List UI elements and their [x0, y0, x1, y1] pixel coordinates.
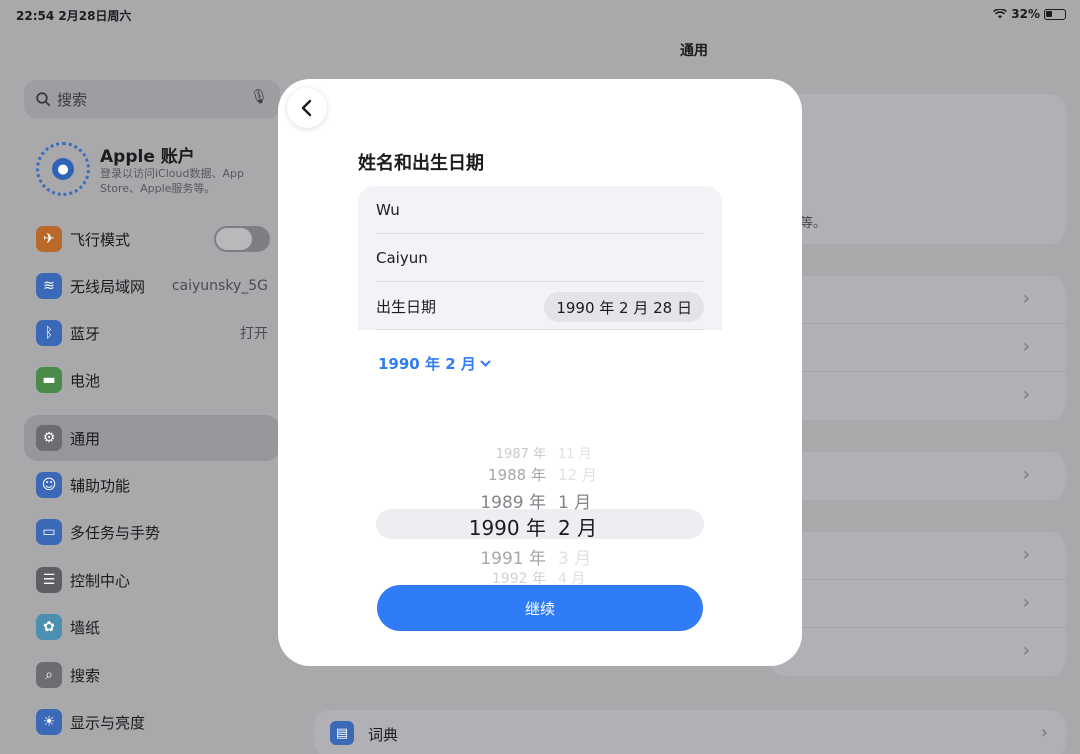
sidebar-item-label: 多任务与手势: [70, 523, 161, 542]
sidebar-item-label: 电池: [70, 371, 101, 390]
date-wheel-picker[interactable]: 1987 年 1988 年 1989 年 1990 年 1991 年 1992 …: [376, 439, 704, 587]
gear-icon: ⚙: [36, 425, 62, 451]
birthday-row: 出生日期 1990 年 2 月 28 日: [376, 282, 704, 330]
microphone-icon[interactable]: 🎙: [250, 89, 268, 105]
chevron-right-icon: ›: [1022, 384, 1030, 405]
apple-account-icon: ●: [36, 142, 90, 196]
sidebar-item-wifi[interactable]: ≋ 无线局域网 caiyunsky_5G: [24, 266, 280, 306]
status-time: 22:54 2月28日周六: [16, 9, 132, 23]
about-card-text: 等。: [800, 216, 827, 231]
chevron-right-icon: ›: [1040, 722, 1048, 743]
sidebar-item-value: caiyunsky_5G: [171, 278, 268, 294]
battery-icon: [1044, 8, 1066, 20]
brightness-icon: ☀: [36, 709, 62, 735]
first-name-field[interactable]: Wu: [376, 186, 704, 234]
sidebar-item-label: 蓝牙: [70, 324, 101, 343]
sidebar-item-label: 通用: [70, 429, 101, 448]
wallpaper-icon: ✿: [36, 614, 62, 640]
month-year-label: 1990 年 2 月: [378, 355, 476, 373]
airplane-toggle[interactable]: [214, 226, 270, 252]
year-wheel[interactable]: 1987 年 1988 年 1989 年 1990 年 1991 年 1992 …: [456, 439, 546, 587]
wifi-icon: [993, 9, 1008, 19]
sidebar-item-label: 控制中心: [70, 571, 131, 590]
settings-group: › › ›: [770, 276, 1066, 420]
back-button[interactable]: [287, 88, 327, 128]
sidebar-item-accessibility[interactable]: ☺ 辅助功能: [24, 465, 280, 505]
sidebar-item-label: 飞行模式: [70, 230, 131, 249]
control-center-icon: ☰: [36, 567, 62, 593]
sidebar-item-search[interactable]: ⌕ 搜索: [24, 655, 280, 695]
chevron-right-icon: ›: [1022, 464, 1030, 485]
settings-group: › › ›: [770, 532, 1066, 676]
sidebar-item-wallpaper[interactable]: ✿ 墙纸: [24, 607, 280, 647]
sidebar-item-label: 辅助功能: [70, 476, 131, 495]
chevron-right-icon: ›: [1022, 336, 1030, 357]
account-name: Apple 账户: [100, 147, 195, 167]
dictionary-icon: ▤: [330, 721, 354, 745]
continue-button[interactable]: 继续: [377, 585, 703, 631]
sidebar-item-label: 无线局域网: [70, 277, 146, 296]
bluetooth-icon: ᛒ: [36, 320, 62, 346]
apple-account[interactable]: ● Apple 账户 登录以访问iCloud数据、App Store、Apple…: [36, 142, 286, 198]
search-icon: [36, 91, 51, 106]
first-name-value: Wu: [376, 201, 400, 219]
settings-group: ›: [770, 452, 1066, 500]
chevron-right-icon: ›: [1022, 592, 1030, 613]
picker-month: 11 月: [558, 447, 592, 462]
airplane-icon: ✈: [36, 226, 62, 252]
battery-percent: 32%: [1011, 7, 1040, 21]
sidebar-item-general[interactable]: ⚙ 通用: [24, 415, 280, 461]
chevron-down-icon: [480, 360, 491, 367]
last-name-field[interactable]: Caiyun: [376, 234, 704, 282]
dictionary-label: 词典: [368, 726, 399, 744]
name-birthday-sheet: 姓名和出生日期 Wu Caiyun 出生日期 1990 年 2 月 28 日 1…: [278, 79, 802, 666]
search-input[interactable]: 搜索 🎙: [24, 80, 280, 118]
sidebar-item-battery[interactable]: ▬ 电池: [24, 360, 280, 400]
search-placeholder: 搜索: [57, 90, 88, 109]
sidebar-item-value: 打开: [240, 326, 268, 342]
chevron-right-icon: ›: [1022, 288, 1030, 309]
picker-month: 3 月: [558, 549, 592, 569]
account-desc: 登录以访问iCloud数据、App Store、Apple服务等。: [100, 167, 244, 195]
battery-icon: ▬: [36, 367, 62, 393]
accessibility-icon: ☺: [36, 472, 62, 498]
picker-year: 1989 年: [480, 493, 546, 513]
chevron-right-icon: ›: [1022, 640, 1030, 661]
dictionary-row[interactable]: ▤ 词典 ›: [314, 710, 1066, 754]
sidebar-item-display[interactable]: ☀ 显示与亮度: [24, 702, 280, 742]
chevron-right-icon: ›: [1022, 544, 1030, 565]
sidebar: 搜索 🎙 ● Apple 账户 登录以访问iCloud数据、App Store、…: [0, 30, 296, 754]
multitasking-icon: ▭: [36, 519, 62, 545]
picker-month: 1 月: [558, 493, 592, 513]
month-wheel[interactable]: 11 月 12 月 1 月 2 月 3 月 4 月: [558, 439, 618, 587]
name-birthday-form: Wu Caiyun 出生日期 1990 年 2 月 28 日: [358, 186, 722, 330]
status-bar: 22:54 2月28日周六 32%: [0, 0, 1080, 30]
search-icon: ⌕: [36, 662, 62, 688]
sidebar-item-bluetooth[interactable]: ᛒ 蓝牙 打开: [24, 313, 280, 353]
picker-year-selected: 1990 年: [468, 516, 546, 540]
picker-year: 1987 年: [495, 447, 546, 462]
wifi-icon: ≋: [36, 273, 62, 299]
sidebar-item-airplane[interactable]: ✈ 飞行模式: [24, 219, 280, 259]
picker-month-selected: 2 月: [558, 516, 598, 540]
picker-year: 1991 年: [480, 549, 546, 569]
sheet-title: 姓名和出生日期: [358, 153, 484, 174]
page-title: 通用: [680, 43, 708, 59]
sidebar-item-control-center[interactable]: ☰ 控制中心: [24, 560, 280, 600]
birthday-date-button[interactable]: 1990 年 2 月 28 日: [544, 292, 704, 322]
picker-month: 12 月: [558, 466, 597, 484]
picker-year: 1988 年: [488, 466, 546, 484]
sidebar-item-label: 墙纸: [70, 618, 101, 637]
chevron-left-icon: [301, 99, 312, 117]
status-right: 32%: [993, 7, 1066, 21]
sidebar-item-multitasking[interactable]: ▭ 多任务与手势: [24, 512, 280, 552]
birthday-label: 出生日期: [376, 297, 437, 316]
sidebar-item-label: 显示与亮度: [70, 713, 146, 732]
month-year-selector[interactable]: 1990 年 2 月: [378, 353, 491, 374]
last-name-value: Caiyun: [376, 249, 428, 267]
sidebar-item-label: 搜索: [70, 666, 101, 685]
